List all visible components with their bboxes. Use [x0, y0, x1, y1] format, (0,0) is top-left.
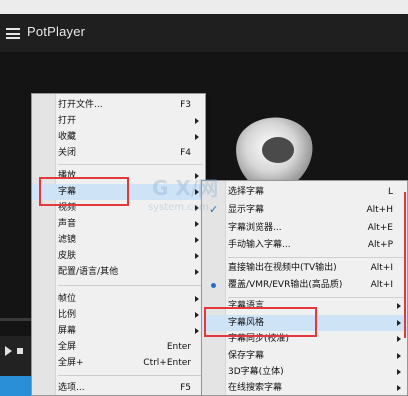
- stop-icon[interactable]: [17, 348, 23, 354]
- menu-item-close[interactable]: 关闭 F4: [32, 145, 205, 161]
- submenu-arrow-icon: [397, 385, 401, 391]
- menu-item-subtitles[interactable]: 字幕: [32, 184, 205, 200]
- submenu-arrow-icon: [397, 303, 401, 309]
- menu-item-select-subtitle[interactable]: 选择字幕 L: [202, 184, 407, 200]
- menu-item-subtitle-sync[interactable]: 字幕同步(校准): [202, 331, 407, 347]
- menu-separator: [58, 285, 203, 286]
- menu-item-filters[interactable]: 滤镜: [32, 232, 205, 248]
- menu-item-skins[interactable]: 皮肤: [32, 248, 205, 264]
- submenu-arrow-icon: [397, 353, 401, 359]
- menu-item-online-search[interactable]: 在线搜索字幕: [202, 380, 407, 396]
- submenu-arrow-icon: [195, 312, 199, 318]
- menu-item-fullscreen[interactable]: 全屏 Enter: [32, 339, 205, 355]
- menu-item-favorites[interactable]: 收藏: [32, 129, 205, 145]
- menu-item-screen[interactable]: 屏幕: [32, 323, 205, 339]
- submenu-arrow-icon: [195, 134, 199, 140]
- submenu-arrow-icon: [195, 269, 199, 275]
- play-icon[interactable]: [5, 346, 12, 356]
- menu-item-open-file[interactable]: 打开文件... F3: [32, 97, 205, 113]
- menu-item-ratio[interactable]: 比例: [32, 307, 205, 323]
- submenu-arrow-icon: [195, 189, 199, 195]
- context-menu: 打开文件... F3 打开 收藏 关闭 F4 播放 字幕 视频 声音 滤镜 皮肤…: [31, 93, 206, 396]
- submenu-arrow-icon: [195, 328, 199, 334]
- menu-item-manual-subtitle[interactable]: 手动输入字幕... Alt+P: [202, 237, 407, 253]
- submenu-arrow-icon: [397, 369, 401, 375]
- menu-item-options[interactable]: 选项... F5: [32, 380, 205, 396]
- desktop-top-strip: [0, 0, 408, 14]
- highlight-line: [404, 192, 406, 338]
- menu-separator: [58, 164, 203, 165]
- menu-item-frame[interactable]: 帧位: [32, 291, 205, 307]
- menu-item-config-language[interactable]: 配置/语言/其他: [32, 264, 205, 280]
- menu-item-subtitle-style[interactable]: 字幕风格: [202, 315, 407, 331]
- menu-item-show-subtitle[interactable]: ✓ 显示字幕 Alt+H: [202, 202, 407, 218]
- submenu-arrow-icon: [195, 205, 199, 211]
- menu-item-fullscreen-plus[interactable]: 全屏+ Ctrl+Enter: [32, 355, 205, 371]
- menu-item-3d-subtitle[interactable]: 3D字幕(立体): [202, 364, 407, 380]
- menu-separator: [58, 375, 203, 376]
- title-bar: PotPlayer: [0, 14, 408, 52]
- submenu-arrow-icon: [195, 296, 199, 302]
- submenu-arrow-icon: [195, 173, 199, 179]
- submenu-arrow-icon: [195, 237, 199, 243]
- submenu-arrow-icon: [195, 118, 199, 124]
- submenu-arrow-icon: [195, 253, 199, 259]
- menu-item-open[interactable]: 打开: [32, 113, 205, 129]
- menu-item-audio[interactable]: 声音: [32, 216, 205, 232]
- submenu-arrow-icon: [195, 221, 199, 227]
- menu-item-overlay-output[interactable]: 覆盖/VMR/EVR输出(高品质) Alt+I: [202, 277, 407, 293]
- subtitle-submenu: 选择字幕 L ✓ 显示字幕 Alt+H 字幕浏览器... Alt+E 手动输入字…: [201, 180, 408, 396]
- check-icon: ✓: [209, 203, 219, 216]
- hamburger-icon[interactable]: [6, 28, 20, 39]
- submenu-arrow-icon: [397, 320, 401, 326]
- menu-item-video[interactable]: 视频: [32, 200, 205, 216]
- menu-item-subtitle-browser[interactable]: 字幕浏览器... Alt+E: [202, 220, 407, 236]
- menu-item-playback[interactable]: 播放: [32, 168, 205, 184]
- radio-dot-icon: [211, 283, 216, 288]
- menu-item-tv-output[interactable]: 直接输出在视频中(TV输出) Alt+I: [202, 260, 407, 276]
- menu-separator: [228, 257, 405, 258]
- app-title: PotPlayer: [27, 24, 86, 39]
- menu-item-subtitle-language[interactable]: 字幕语言: [202, 298, 407, 314]
- submenu-arrow-icon: [397, 336, 401, 342]
- menu-item-save-subtitle[interactable]: 保存字幕: [202, 348, 407, 364]
